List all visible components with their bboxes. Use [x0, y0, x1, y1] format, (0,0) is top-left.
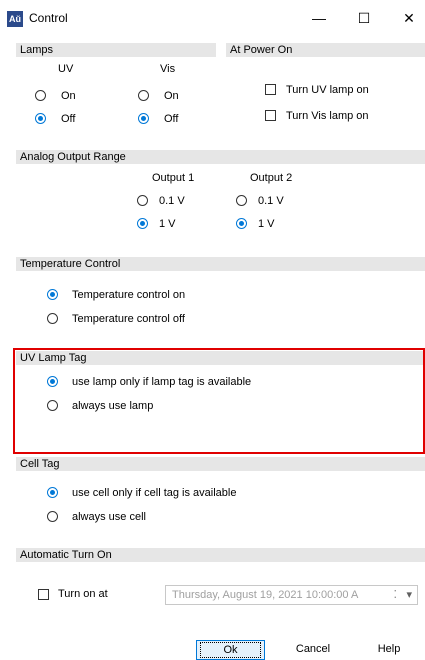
turn-uv-lamp-checkbox[interactable]	[265, 84, 276, 95]
power-on-section-header: At Power On	[226, 43, 425, 57]
datetime-picker[interactable]: Thursday, August 19, 2021 10:00:00 A ⁚ ▾	[165, 585, 418, 605]
temperature-off-label: Temperature control off	[72, 313, 185, 325]
output1-label: Output 1	[152, 172, 195, 184]
always-use-lamp-radio[interactable]	[47, 400, 58, 411]
always-use-lamp-label: always use lamp	[72, 400, 154, 412]
cancel-button[interactable]: Cancel	[276, 640, 350, 660]
uv-on-radio[interactable]	[35, 90, 46, 101]
temperature-on-radio[interactable]	[47, 289, 58, 300]
turn-uv-lamp-label: Turn UV lamp on	[286, 84, 369, 96]
uv-off-radio[interactable]	[35, 113, 46, 124]
turn-vis-lamp-label: Turn Vis lamp on	[286, 110, 369, 122]
output2-label: Output 2	[250, 172, 293, 184]
use-lamp-if-tag-label: use lamp only if lamp tag is available	[72, 376, 252, 388]
vis-on-radio[interactable]	[138, 90, 149, 101]
turn-vis-lamp-checkbox[interactable]	[265, 110, 276, 121]
temperature-on-label: Temperature control on	[72, 289, 186, 301]
spin-icon[interactable]: ⁚	[394, 586, 398, 604]
vis-off-label: Off	[164, 113, 179, 125]
output2-0.1v-label: 0.1 V	[258, 195, 284, 207]
always-use-cell-label: always use cell	[72, 511, 146, 523]
auto-turn-on-section-header: Automatic Turn On	[16, 548, 425, 562]
turn-on-at-checkbox[interactable]	[38, 589, 49, 600]
uv-on-label: On	[61, 90, 76, 102]
datetime-value: Thursday, August 19, 2021 10:00:00 A	[172, 589, 359, 601]
output2-1v-radio[interactable]	[236, 218, 247, 229]
ok-button-label: Ok	[200, 642, 261, 658]
ok-button[interactable]: Ok	[196, 640, 265, 660]
output1-1v-label: 1 V	[159, 218, 176, 230]
window-title: Control	[29, 11, 68, 25]
close-button[interactable]: ✕	[394, 6, 424, 30]
analog-output-section-header: Analog Output Range	[16, 150, 425, 164]
use-cell-if-tag-radio[interactable]	[47, 487, 58, 498]
use-lamp-if-tag-radio[interactable]	[47, 376, 58, 387]
cell-tag-section-header: Cell Tag	[16, 457, 425, 471]
app-icon: Aŭ	[7, 11, 23, 27]
chevron-down-icon[interactable]: ▾	[406, 586, 412, 604]
help-button[interactable]: Help	[356, 640, 422, 660]
vis-column-label: Vis	[160, 63, 176, 75]
always-use-cell-radio[interactable]	[47, 511, 58, 522]
uv-lamp-tag-section-header: UV Lamp Tag	[16, 351, 423, 365]
vis-on-label: On	[164, 90, 179, 102]
uv-off-label: Off	[61, 113, 76, 125]
output2-0.1v-radio[interactable]	[236, 195, 247, 206]
title-bar: Aŭ Control — ☐ ✕	[0, 0, 425, 32]
output1-0.1v-radio[interactable]	[137, 195, 148, 206]
use-cell-if-tag-label: use cell only if cell tag is available	[72, 487, 237, 499]
temperature-section-header: Temperature Control	[16, 257, 425, 271]
output1-0.1v-label: 0.1 V	[159, 195, 185, 207]
uv-column-label: UV	[58, 63, 74, 75]
turn-on-at-label: Turn on at	[58, 588, 108, 600]
maximize-button[interactable]: ☐	[349, 6, 379, 30]
lamps-section-header: Lamps	[16, 43, 216, 57]
vis-off-radio[interactable]	[138, 113, 149, 124]
minimize-button[interactable]: —	[304, 6, 334, 30]
output1-1v-radio[interactable]	[137, 218, 148, 229]
output2-1v-label: 1 V	[258, 218, 275, 230]
temperature-off-radio[interactable]	[47, 313, 58, 324]
